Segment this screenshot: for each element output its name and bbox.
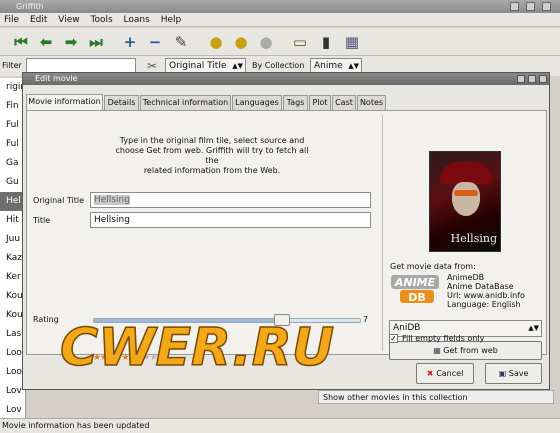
first-icon[interactable]: ⏮ — [12, 33, 30, 51]
tab-plot[interactable]: Plot — [309, 95, 331, 110]
tab-tags[interactable]: Tags — [283, 95, 308, 110]
web-icon: ▦ — [433, 346, 444, 355]
menu-view[interactable]: View — [54, 13, 83, 27]
tab-movie-information[interactable]: Movie information — [26, 94, 103, 111]
pane-divider — [382, 115, 383, 351]
intro-line-1: Type in the original film tile, select s… — [119, 136, 305, 145]
get-from-web-button[interactable]: ▦ Get from web — [389, 341, 542, 360]
collection-value: Anime — [314, 61, 343, 71]
bg-collection-hint: Show other movies in this collection — [318, 390, 554, 404]
return-icon[interactable]: ● — [232, 33, 250, 51]
intro-text: Type in the original film tile, select s… — [112, 136, 312, 176]
intro-line-2: choose Get from web. Griffith will try t… — [115, 146, 309, 165]
star-empty-icon[interactable]: ★ — [150, 353, 158, 363]
loan-icon[interactable]: ● — [207, 33, 225, 51]
tab-cast[interactable]: Cast — [332, 95, 356, 110]
save-button[interactable]: ▣ Save — [485, 363, 542, 384]
star-filled-icon[interactable]: ★ — [135, 353, 143, 363]
app-title: Griffith — [16, 2, 44, 11]
rating-slider[interactable] — [93, 314, 361, 326]
dialog-minimize-button[interactable] — [517, 75, 525, 83]
rating-slider-fill — [94, 319, 282, 322]
last-icon[interactable]: ⏭ — [87, 33, 105, 51]
source-select-value: AniDB — [393, 323, 421, 333]
statusbar: Movie information has been updated — [0, 418, 560, 433]
export-icon[interactable]: ▦ — [343, 33, 361, 51]
svg-text:ANIME: ANIME — [394, 276, 436, 289]
email-icon[interactable]: ● — [257, 33, 275, 51]
cover-face — [452, 182, 480, 216]
menu-loans[interactable]: Loans — [120, 13, 154, 27]
filter-label: Filter — [2, 61, 22, 70]
tab-details[interactable]: Details — [104, 95, 139, 110]
dialog-maximize-button[interactable] — [528, 75, 536, 83]
fill-empty-checkbox[interactable]: ✓ — [389, 334, 398, 343]
chevron-down-icon: ▲▼ — [232, 62, 243, 70]
cancel-icon: ✖ — [426, 369, 437, 378]
dialog-title: Edit movie — [35, 74, 78, 83]
source-name: AnimeDB — [447, 273, 485, 282]
rating-label: Rating — [33, 315, 59, 324]
dialog-titlebar: Edit movie — [23, 73, 549, 85]
source-info: AnimeDB Anime DataBase Url: www.anidb.in… — [447, 273, 525, 309]
save-label: Save — [508, 369, 529, 378]
source-url: Url: www.anidb.info — [447, 291, 525, 300]
get-from-web-label: Get from web — [443, 346, 498, 355]
movie-cover-image: Hellsing — [429, 151, 501, 252]
intro-line-3: related information from the Web. — [143, 166, 281, 175]
cancel-label: Cancel — [436, 369, 464, 378]
add-icon[interactable]: + — [121, 33, 139, 51]
delete-db-icon[interactable]: ▮ — [317, 33, 335, 51]
next-icon[interactable]: ➡ — [62, 33, 80, 51]
rating-slider-handle[interactable] — [274, 314, 290, 326]
cover-glasses — [454, 190, 478, 196]
tab-languages[interactable]: Languages — [232, 95, 282, 110]
dialog-close-button[interactable] — [539, 75, 547, 83]
minimize-button[interactable] — [510, 2, 519, 11]
get-data-label: Get movie data from: — [390, 262, 476, 271]
tab-technical-information[interactable]: Technical information — [140, 95, 231, 110]
original-title-label: Original Title — [33, 196, 84, 205]
original-title-value: Hellsing — [94, 195, 130, 205]
rating-stars: ★★★★★★★★★★ — [93, 353, 165, 363]
list-item[interactable]: Lov — [0, 401, 25, 418]
cover-title: Hellsing — [450, 232, 497, 245]
cancel-button[interactable]: ✖ Cancel — [416, 363, 474, 384]
chevron-down-icon: ▲▼ — [528, 324, 539, 332]
source-desc: Anime DataBase — [447, 282, 514, 291]
fill-empty-label: Fill empty fields only — [402, 334, 485, 343]
menu-tools[interactable]: Tools — [86, 13, 116, 27]
prev-icon[interactable]: ⬅ — [37, 33, 55, 51]
anidb-logo: ANIME DB — [391, 275, 439, 304]
save-icon: ▣ — [498, 369, 509, 378]
menu-help[interactable]: Help — [157, 13, 186, 27]
close-window-button[interactable] — [542, 2, 551, 11]
menubar: File Edit View Tools Loans Help — [0, 13, 560, 27]
by-collection-label: By Collection — [252, 61, 305, 70]
edit-movie-dialog: Edit movie Movie information Details Tec… — [22, 72, 550, 390]
window-titlebar: Griffith — [0, 0, 560, 13]
chevron-down-icon: ▲▼ — [348, 62, 359, 70]
movie-information-pane: Type in the original film tile, select s… — [26, 110, 547, 363]
filter-field-value: Original Title — [169, 61, 227, 71]
open-icon[interactable]: ▭ — [291, 33, 309, 51]
star-empty-icon[interactable]: ★ — [143, 353, 151, 363]
maximize-button[interactable] — [526, 2, 535, 11]
cover-hat — [440, 162, 492, 184]
tab-notes[interactable]: Notes — [357, 95, 386, 110]
menu-edit[interactable]: Edit — [26, 13, 51, 27]
star-empty-icon[interactable]: ★ — [157, 353, 165, 363]
remove-icon[interactable]: − — [146, 33, 164, 51]
edit-icon[interactable]: ✎ — [172, 33, 190, 51]
title-label: Title — [33, 216, 51, 225]
rating-value: 7 — [363, 315, 369, 324]
original-title-input[interactable]: Hellsing — [90, 192, 371, 208]
title-input[interactable]: Hellsing — [90, 212, 371, 228]
menu-file[interactable]: File — [0, 13, 23, 27]
svg-text:DB: DB — [408, 291, 426, 304]
source-language: Language: English — [447, 300, 521, 309]
toolbar: ⏮ ⬅ ➡ ⏭ + − ✎ ● ● ● ▭ ▮ ▦ — [0, 28, 560, 56]
